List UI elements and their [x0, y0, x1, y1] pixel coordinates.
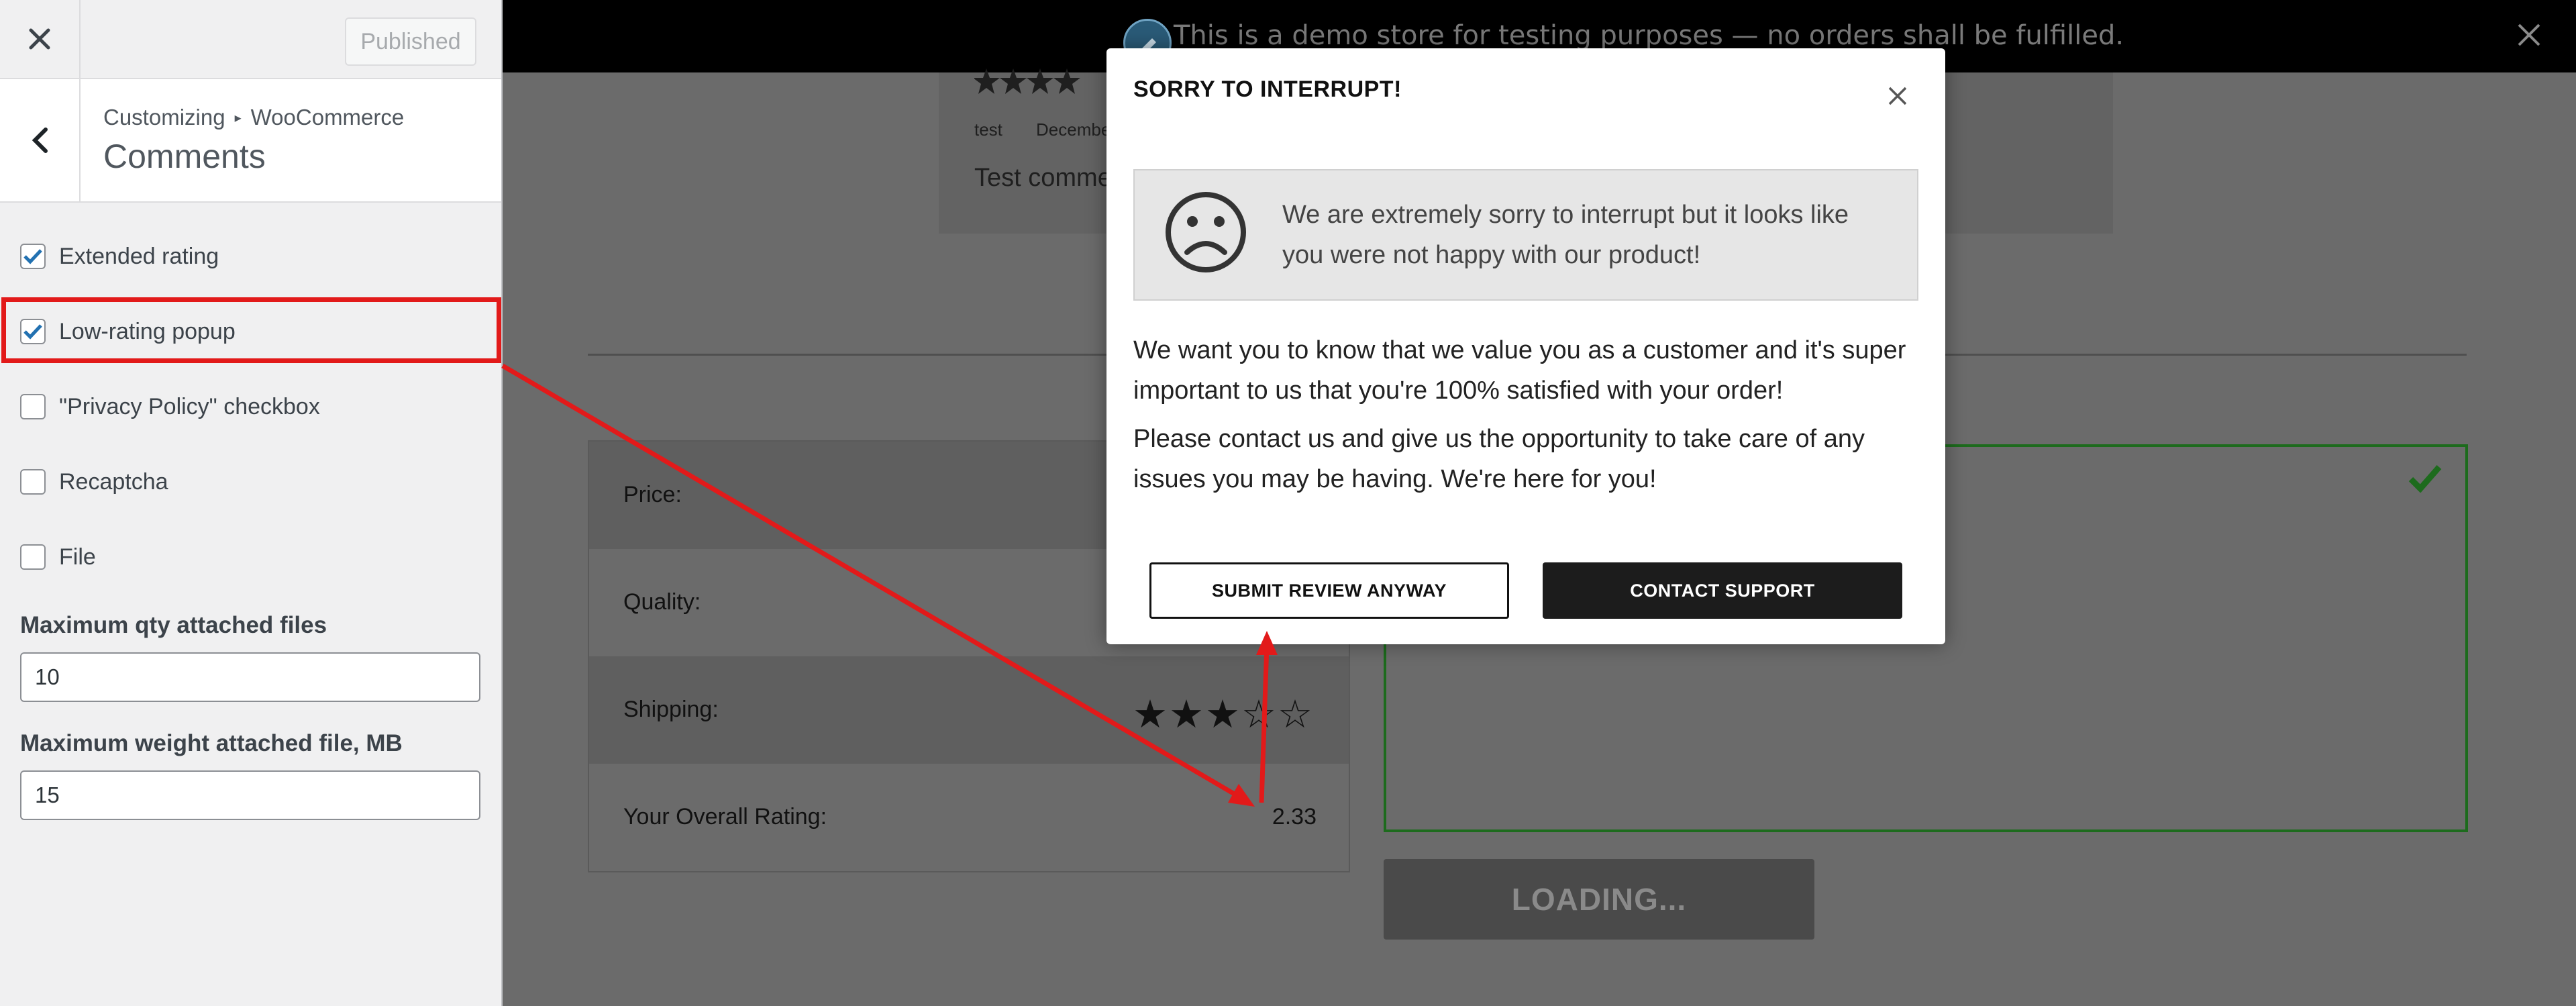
breadcrumb-root: Customizing: [103, 105, 225, 130]
privacy-policy-checkbox[interactable]: [20, 394, 46, 419]
rating-row-overall: Your Overall Rating: 2.33: [589, 764, 1349, 871]
submit-review-anyway-button[interactable]: SUBMIT REVIEW ANYWAY: [1149, 562, 1509, 619]
breadcrumb-separator: ▸: [234, 111, 242, 125]
option-extended-rating[interactable]: Extended rating: [20, 242, 219, 271]
max-qty-input[interactable]: [20, 652, 480, 702]
option-label: "Privacy Policy" checkbox: [59, 393, 320, 419]
published-button[interactable]: Published: [345, 17, 476, 66]
option-privacy-policy[interactable]: "Privacy Policy" checkbox: [20, 392, 320, 421]
rating-row-shipping: Shipping: ★★★☆☆: [589, 656, 1349, 764]
sad-face-icon: [1166, 192, 1246, 272]
section-title: Comments: [103, 138, 266, 175]
close-icon: [1888, 87, 1907, 105]
recaptcha-checkbox[interactable]: [20, 469, 46, 495]
option-label: File: [59, 544, 96, 570]
review-stars-icon: [974, 68, 1080, 94]
low-rating-popup: SORRY TO INTERRUPT! We are extremely sor…: [1106, 48, 1945, 644]
valid-check-icon: [2408, 465, 2442, 493]
store-preview: This is a demo store for testing purpose…: [503, 0, 2576, 1006]
option-label: Extended rating: [59, 243, 219, 269]
dismiss-notice-button[interactable]: [2516, 21, 2542, 52]
popup-warning-text: We are extremely sorry to interrupt but …: [1282, 201, 1849, 269]
close-icon: [29, 28, 50, 50]
rating-label: Quality:: [623, 589, 701, 615]
option-file[interactable]: File: [20, 542, 96, 572]
max-qty-label: Maximum qty attached files: [20, 612, 327, 638]
popup-warning-box: We are extremely sorry to interrupt but …: [1133, 169, 1918, 301]
max-weight-label: Maximum weight attached file, MB: [20, 730, 403, 756]
close-customizer-button[interactable]: [0, 0, 81, 78]
popup-paragraph-1: We want you to know that we value you as…: [1133, 336, 1906, 405]
section-header: Customizing ▸ WooCommerce Comments: [0, 79, 501, 203]
rating-label: Price:: [623, 482, 682, 507]
popup-close-button[interactable]: [1888, 86, 1908, 109]
back-button[interactable]: [0, 79, 81, 201]
sidebar-top-bar: Published: [0, 0, 501, 79]
review-comment: Test commen: [974, 164, 1126, 192]
popup-title: SORRY TO INTERRUPT!: [1133, 77, 1402, 102]
loading-button[interactable]: LOADING...: [1384, 859, 1814, 940]
option-recaptcha[interactable]: Recaptcha: [20, 467, 168, 497]
review-author: test: [974, 119, 1002, 140]
option-label: Recaptcha: [59, 468, 168, 495]
checkmark-icon: [23, 249, 42, 264]
breadcrumb: Customizing ▸ WooCommerce: [103, 105, 404, 130]
review-date: December: [1036, 119, 1117, 140]
customizer-sidebar: Published Customizing ▸ WooCommerce Commen…: [0, 0, 503, 1006]
rating-label: Shipping:: [623, 697, 719, 722]
shipping-star-rating[interactable]: ★★★☆☆: [1133, 691, 1314, 737]
overall-rating-value: 2.33: [1272, 804, 1317, 829]
close-icon: [2518, 23, 2540, 46]
demo-notice-text: This is a demo store for testing purpose…: [1174, 20, 2124, 51]
breadcrumb-section: WooCommerce: [250, 105, 405, 130]
max-weight-input[interactable]: [20, 770, 480, 820]
chevron-left-icon: [32, 128, 48, 153]
popup-paragraph-2: Please contact us and give us the opport…: [1133, 425, 1865, 493]
extended-rating-checkbox[interactable]: [20, 244, 46, 269]
annotation-highlight-box: [1, 297, 501, 363]
overall-rating-label: Your Overall Rating:: [623, 804, 827, 829]
file-checkbox[interactable]: [20, 544, 46, 570]
contact-support-button[interactable]: CONTACT SUPPORT: [1543, 562, 1902, 619]
